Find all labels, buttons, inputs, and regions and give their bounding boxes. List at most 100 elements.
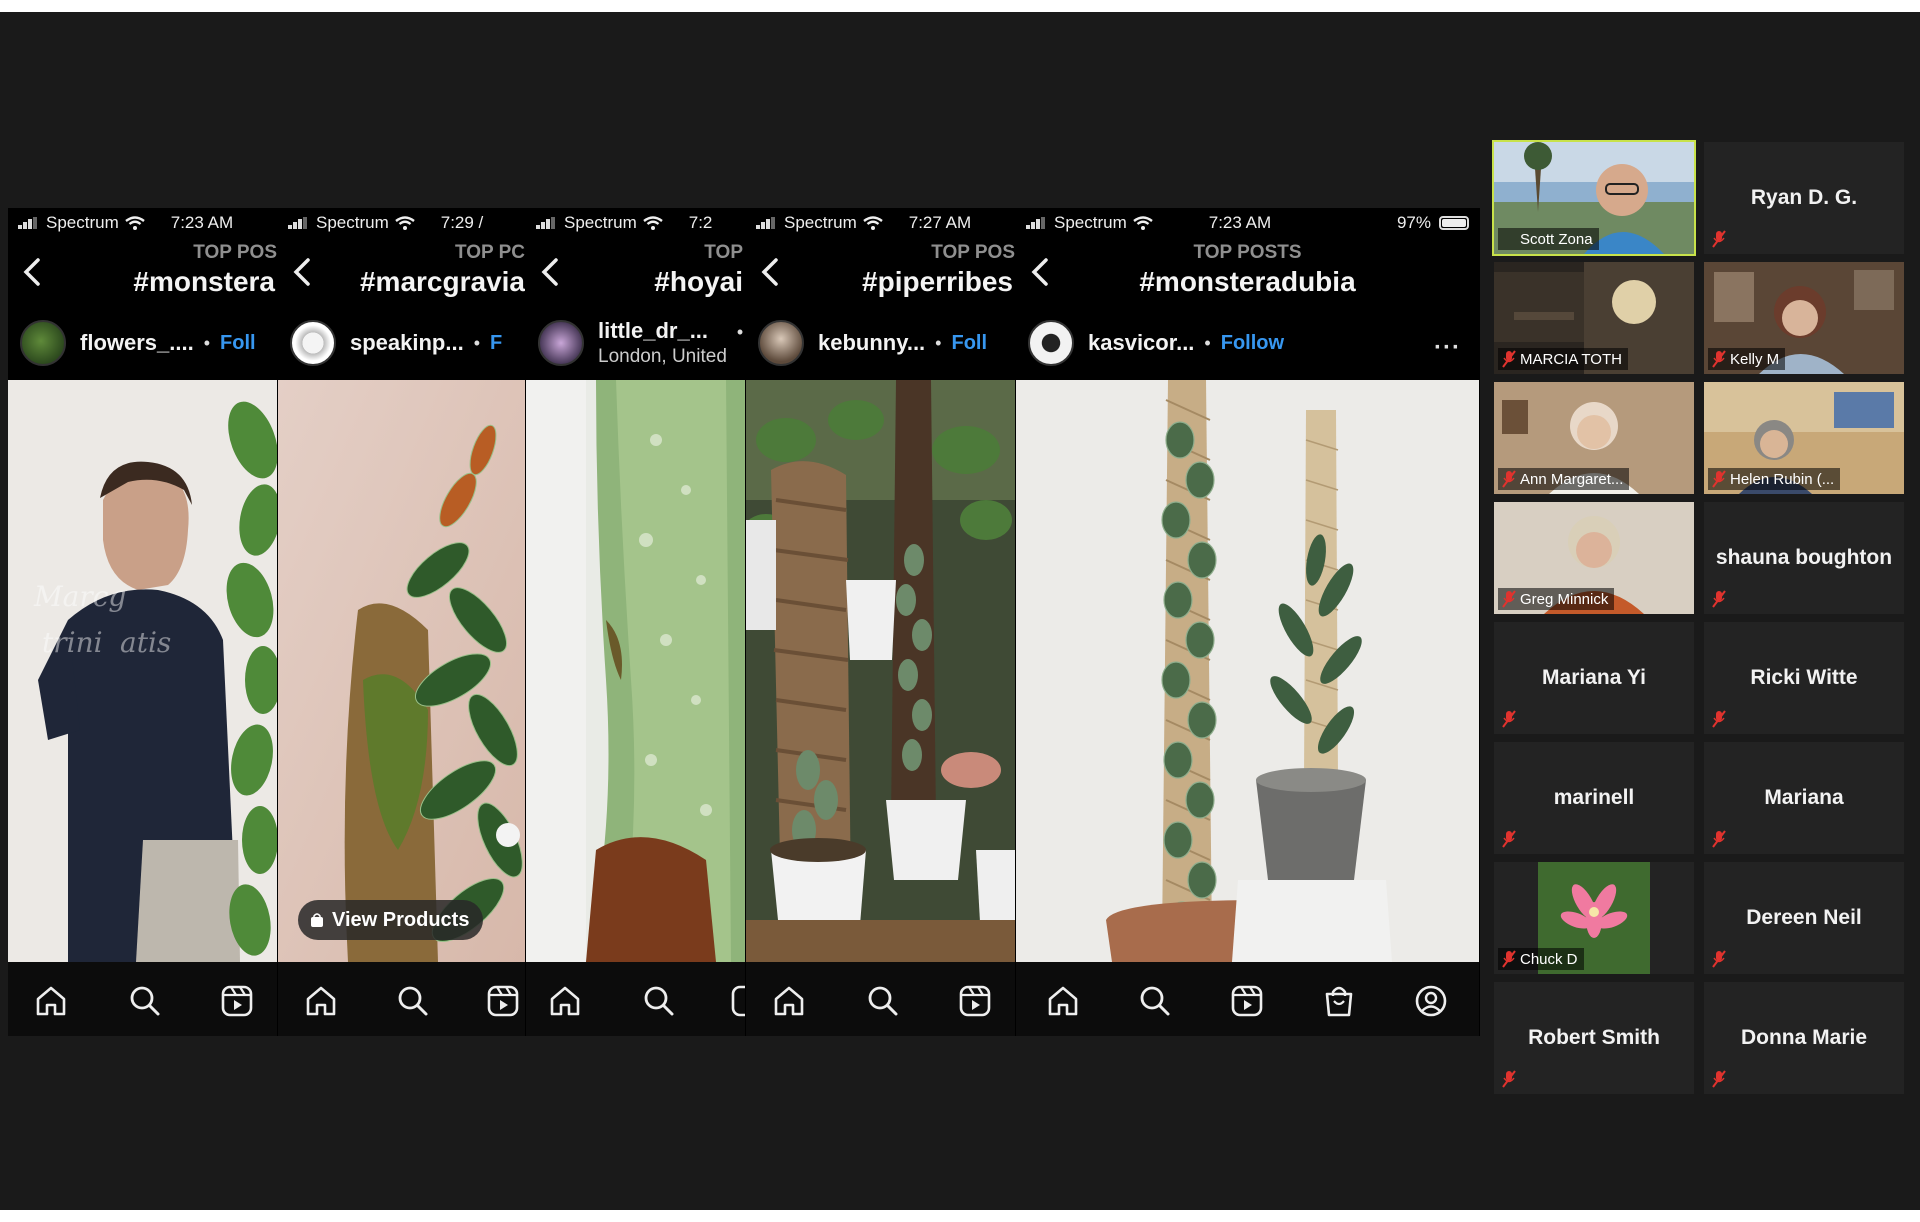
header: TOP POS #monstera — [8, 238, 277, 310]
reels-icon[interactable] — [730, 984, 746, 1018]
participant-name: shauna boughton — [1715, 546, 1893, 569]
view-products-button[interactable]: View Products — [298, 900, 484, 940]
bottom-nav — [278, 962, 525, 1036]
participant-tile[interactable]: Dereen Neil — [1704, 862, 1904, 974]
reels-icon[interactable] — [1230, 984, 1264, 1018]
home-icon[interactable] — [548, 984, 582, 1018]
separator-dot: • — [1204, 332, 1211, 353]
signal-icon — [756, 217, 778, 229]
home-icon[interactable] — [772, 984, 806, 1018]
follow-button[interactable]: Follow — [1221, 332, 1284, 355]
follow-button[interactable]: Foll — [220, 332, 256, 355]
username[interactable]: little_dr_... — [598, 318, 708, 343]
post-header: speakinp... • F — [278, 310, 525, 376]
avatar[interactable] — [20, 320, 66, 366]
status-time: 7:23 AM — [170, 213, 234, 232]
follow-button[interactable]: F — [490, 332, 502, 355]
back-chevron-icon[interactable] — [756, 252, 786, 292]
shared-screen: Spectrum 7:23 AM TOP POS #monstera flowe… — [8, 208, 1480, 1036]
bottom-nav — [1016, 962, 1479, 1036]
header: TOP #hoyai — [526, 238, 745, 310]
post-image-marcgravia[interactable]: View Products — [278, 380, 525, 962]
home-icon[interactable] — [1046, 984, 1080, 1018]
top-posts-label: TOP POS — [931, 242, 1015, 263]
muted-mic-icon — [1712, 230, 1726, 248]
muted-mic-icon — [1502, 830, 1516, 848]
participant-tile[interactable]: Ann Margaret... — [1494, 382, 1694, 494]
status-bar: Spectrum 7:2 — [526, 208, 745, 238]
shop-icon[interactable] — [1322, 984, 1356, 1018]
participant-tile[interactable]: Mariana Yi — [1494, 622, 1694, 734]
participant-tile[interactable]: Chuck D — [1494, 862, 1694, 974]
search-icon[interactable] — [1138, 984, 1172, 1018]
avatar[interactable] — [538, 320, 584, 366]
status-time: 7:29 / — [440, 213, 484, 232]
more-options-icon[interactable]: ··· — [1434, 334, 1461, 362]
participant-tile[interactable]: Helen Rubin (... — [1704, 382, 1904, 494]
participant-name: Donna Marie — [1740, 1026, 1868, 1049]
post-header: little_dr_... London, United • — [526, 310, 745, 376]
participant-name: Helen Rubin (... — [1708, 468, 1841, 490]
participant-tile[interactable]: Ricki Witte — [1704, 622, 1904, 734]
avatar[interactable] — [290, 320, 336, 366]
participant-tile[interactable]: marinell — [1494, 742, 1694, 854]
avatar[interactable] — [758, 320, 804, 366]
reels-icon[interactable] — [220, 984, 254, 1018]
battery-icon — [1439, 216, 1469, 230]
participant-tile[interactable]: MARCIA TOTH — [1494, 262, 1694, 374]
participant-tile[interactable]: Greg Minnick — [1494, 502, 1694, 614]
participant-tile[interactable]: Donna Marie — [1704, 982, 1904, 1094]
top-posts-label: TOP POSTS — [1193, 242, 1302, 263]
muted-mic-icon — [1712, 710, 1726, 728]
search-icon[interactable] — [128, 984, 162, 1018]
participant-name: MARCIA TOTH — [1498, 348, 1628, 370]
post-image-hoya[interactable] — [526, 380, 745, 962]
separator-dot: • — [203, 332, 211, 353]
carrier-label: Spectrum — [1054, 213, 1127, 232]
post-image-monstera[interactable]: Marcg trini atis — [8, 380, 277, 962]
home-icon[interactable] — [34, 984, 68, 1018]
muted-mic-icon — [1712, 1070, 1726, 1088]
participant-tile[interactable]: Kelly M — [1704, 262, 1904, 374]
search-icon[interactable] — [866, 984, 900, 1018]
home-icon[interactable] — [304, 984, 338, 1018]
wifi-icon — [395, 216, 415, 230]
avatar[interactable] — [1028, 320, 1074, 366]
participant-tile[interactable]: shauna boughton — [1704, 502, 1904, 614]
post-image-monsteradubia[interactable] — [1016, 380, 1479, 962]
back-chevron-icon[interactable] — [536, 252, 566, 292]
search-icon[interactable] — [642, 984, 676, 1018]
post-location[interactable]: London, United — [598, 346, 727, 368]
status-bar: Spectrum 7:29 / — [278, 208, 525, 238]
reels-icon[interactable] — [958, 984, 992, 1018]
carrier-label: Spectrum — [564, 213, 637, 232]
profile-icon[interactable] — [1414, 984, 1448, 1018]
muted-mic-icon — [1712, 590, 1726, 608]
username[interactable]: speakinp... — [350, 330, 464, 356]
back-chevron-icon[interactable] — [18, 252, 48, 292]
participant-tile[interactable]: Robert Smith — [1494, 982, 1694, 1094]
back-chevron-icon[interactable] — [288, 252, 318, 292]
shopping-bag-icon — [311, 912, 323, 927]
post-image-piper[interactable] — [746, 380, 1015, 962]
username[interactable]: kasvicor... — [1088, 330, 1194, 356]
top-posts-label: TOP — [704, 242, 743, 263]
wifi-icon — [643, 216, 663, 230]
participant-tile[interactable]: Scott Zona — [1492, 140, 1696, 256]
participant-name: Mariana — [1764, 786, 1844, 809]
muted-mic-icon — [1712, 470, 1726, 488]
username[interactable]: kebunny... — [818, 330, 925, 356]
muted-mic-icon — [1502, 950, 1516, 968]
separator-dot: • — [736, 321, 744, 342]
search-icon[interactable] — [396, 984, 430, 1018]
reels-icon[interactable] — [486, 984, 520, 1018]
participant-tile[interactable]: Ryan D. G. — [1704, 142, 1904, 254]
header: TOP POSTS #monsteradubia — [1016, 238, 1479, 310]
separator-dot: • — [473, 332, 481, 353]
muted-mic-icon — [1502, 590, 1516, 608]
participant-tile[interactable]: Mariana — [1704, 742, 1904, 854]
follow-button[interactable]: Foll — [951, 332, 987, 355]
username[interactable]: flowers_.... — [80, 330, 194, 356]
participant-name: Scott Zona — [1498, 228, 1599, 250]
hashtag-title: #hoyai — [654, 266, 743, 297]
